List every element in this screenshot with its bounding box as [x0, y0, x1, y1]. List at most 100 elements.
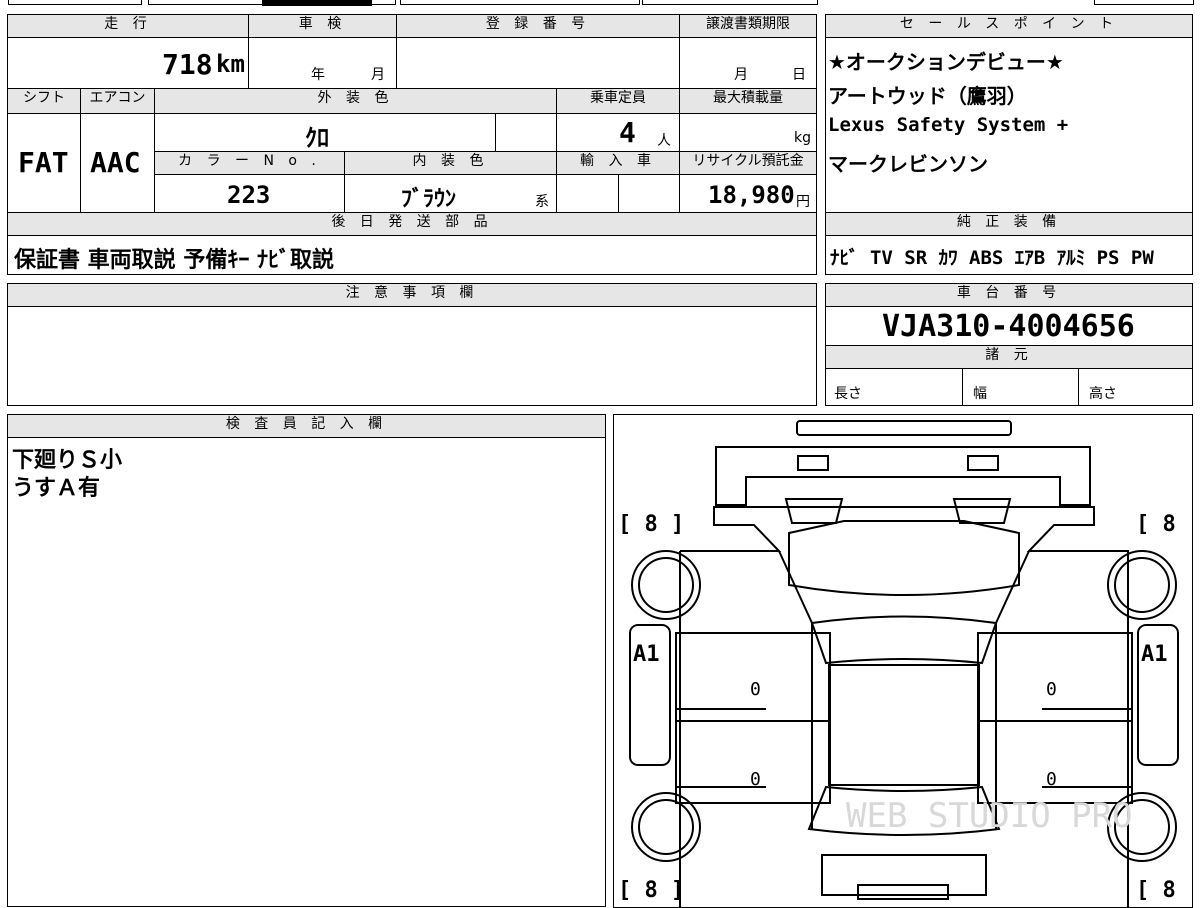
tread-rear-right: [ 8 ] — [1136, 878, 1193, 903]
left-headlight — [784, 498, 844, 524]
max-load-header: 最大積載量 — [679, 88, 817, 114]
watermark: WEB STUDIO PRO — [846, 796, 1133, 836]
left-rear-door — [675, 720, 831, 804]
notes-header: 注 意 事 項 欄 — [7, 283, 817, 307]
recycle-cell: 18,980 円 — [679, 174, 817, 213]
interior-color-cell: ﾌﾞﾗｳﾝ 系 — [344, 174, 557, 213]
color-no-value: 223 — [227, 181, 271, 209]
recycle-value: 18,980 — [708, 181, 795, 209]
transfer-deadline-header: 譲渡書類期限 — [679, 14, 817, 38]
chassis-value: VJA310-4004656 — [882, 309, 1135, 344]
wheel-front-right-inner — [1114, 557, 1170, 613]
aircon-cell: AAC — [80, 113, 155, 213]
exterior-color-extra-cell — [495, 113, 557, 152]
mark-left-front: A1 — [633, 642, 660, 667]
capacity-value: 4 — [619, 116, 636, 149]
chassis-header: 車 台 番 号 — [825, 283, 1193, 307]
shift-header: シフト — [7, 88, 81, 114]
exterior-color-value: ｸﾛ — [305, 124, 329, 152]
door-value-left-front: 0 — [750, 679, 761, 700]
exterior-color-header: 外 装 色 — [154, 88, 557, 114]
spec-length-label: 長さ — [834, 386, 862, 402]
rear-bumper-slot — [857, 884, 949, 900]
wheel-rear-left-inner — [638, 799, 694, 855]
equipment-value: ﾅﾋﾞ TV SR ｶﾜ ABS ｴｱB ｱﾙﾐ PS PW — [830, 247, 1154, 269]
spec-width-cell: 幅 — [962, 368, 1079, 406]
aircon-value: AAC — [90, 146, 141, 179]
sales-point-3: Lexus Safety System + — [828, 114, 1069, 136]
capacity-cell: 4 人 — [556, 113, 680, 152]
interior-color-header: 内 装 色 — [344, 151, 557, 175]
shift-cell: FAT — [7, 113, 81, 213]
deadline-month-unit: 月 — [734, 67, 748, 83]
max-load-cell: kg — [679, 113, 817, 152]
spec-height-cell: 高さ — [1078, 368, 1193, 406]
wheel-front-left-inner — [638, 557, 694, 613]
spec-length-cell: 長さ — [825, 368, 963, 406]
equipment-header: 純 正 装 備 — [825, 212, 1193, 236]
inspection-month-unit: 月 — [371, 67, 385, 83]
transfer-deadline-cell: 月 日 — [679, 37, 817, 89]
inspector-note-2: うすＡ有 — [12, 476, 101, 501]
door-value-right-front: 0 — [1046, 679, 1057, 700]
later-parts-value: 保証書 車両取説 予備ｷｰ ﾅﾋﾞ取説 — [14, 248, 334, 273]
inspection-header: 車 検 — [248, 14, 397, 38]
mileage-unit: km — [216, 50, 245, 78]
capacity-header: 乗車定員 — [556, 88, 680, 114]
trunk — [821, 854, 987, 896]
import-cell-a — [556, 174, 619, 213]
car-diagram-panel: [ 8 ] [ 8 ] [ 8 ] [ 8 ] A1 A1 0 0 0 0 WE… — [613, 414, 1193, 908]
interior-color-value: ﾌﾞﾗｳﾝ — [401, 187, 457, 212]
left-foglamp — [797, 455, 829, 471]
tread-front-right: [ 8 ] — [1136, 512, 1193, 537]
shift-value: FAT — [18, 146, 69, 179]
wheel-front-right — [1107, 550, 1177, 620]
door-value-right-rear: 0 — [1046, 769, 1057, 790]
inspection-cell: 年 月 — [248, 37, 397, 89]
registration-header: 登 録 番 号 — [396, 14, 680, 38]
windshield — [810, 615, 998, 665]
sales-point-2: アートウッド（鷹羽） — [828, 84, 1027, 108]
sales-points-cell: ★オークションデビュー★ アートウッド（鷹羽） Lexus Safety Sys… — [825, 37, 1193, 213]
wheel-rear-left — [631, 792, 701, 862]
spec-height-label: 高さ — [1089, 386, 1117, 402]
notes-cell — [7, 306, 817, 406]
inspector-header: 検 査 員 記 入 欄 — [7, 414, 606, 438]
chassis-cell: VJA310-4004656 — [825, 306, 1193, 346]
sales-points-header: セ ー ル ス ポ イ ン ト — [825, 14, 1193, 38]
specs-header: 諸 元 — [825, 345, 1193, 369]
recycle-unit: 円 — [796, 194, 810, 210]
registration-cell — [396, 37, 680, 89]
car-diagram: [ 8 ] [ 8 ] [ 8 ] [ 8 ] A1 A1 0 0 0 0 WE… — [618, 420, 1193, 907]
mileage-cell: 718 km — [7, 37, 249, 89]
hood — [788, 520, 1020, 596]
body-outline — [679, 506, 1129, 907]
roof — [828, 664, 980, 786]
mileage-header: 走 行 — [7, 14, 249, 38]
capacity-unit: 人 — [657, 133, 671, 149]
sales-point-1: ★オークションデビュー★ — [828, 50, 1064, 74]
import-cell-b — [618, 174, 680, 213]
right-foglamp — [967, 455, 999, 471]
tread-rear-left: [ 8 ] — [618, 878, 684, 903]
color-no-header: カ ラ ー N o . — [154, 151, 345, 175]
front-bumper — [715, 446, 1091, 506]
sales-point-4: マークレビンソン — [828, 152, 988, 176]
max-load-unit: kg — [794, 130, 811, 146]
aircon-header: エアコン — [80, 88, 155, 114]
top-strip — [0, 0, 1200, 8]
mark-right-front: A1 — [1141, 642, 1168, 667]
inspector-cell: 下廻りＳ小 うすＡ有 — [7, 437, 606, 907]
deadline-day-unit: 日 — [792, 67, 806, 83]
later-parts-cell: 保証書 車両取説 予備ｷｰ ﾅﾋﾞ取説 — [7, 235, 817, 275]
right-front-door — [977, 632, 1133, 722]
exterior-color-cell: ｸﾛ — [154, 113, 496, 152]
right-rear-door — [977, 720, 1133, 804]
spec-width-label: 幅 — [973, 386, 987, 402]
front-bumper-slot — [796, 420, 1012, 436]
right-headlight — [952, 498, 1012, 524]
recycle-header: リサイクル預託金 — [679, 151, 817, 175]
import-header: 輸 入 車 — [556, 151, 680, 175]
door-value-left-rear: 0 — [750, 769, 761, 790]
left-front-door — [675, 632, 831, 722]
